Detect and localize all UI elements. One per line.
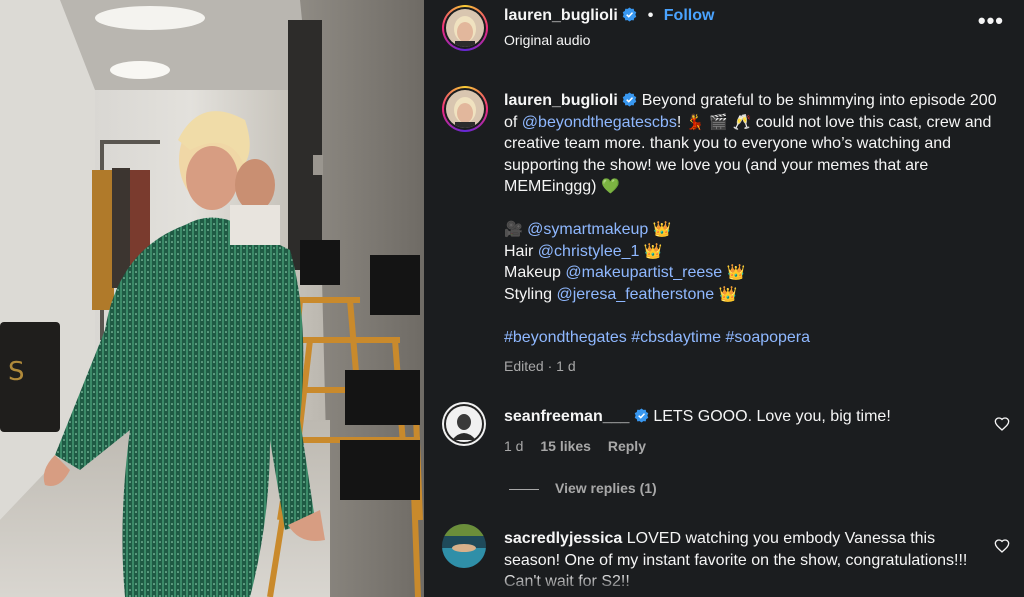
hashtag-cbsdaytime[interactable]: #cbsdaytime xyxy=(631,329,721,346)
crown-emoji: 👑 xyxy=(718,284,738,303)
header-separator: • xyxy=(647,7,654,24)
credit-hair-label: Hair xyxy=(504,242,534,260)
comment-time: 1 d xyxy=(504,438,524,454)
crown-emoji: 👑 xyxy=(643,241,663,260)
like-comment-heart-icon[interactable] xyxy=(994,416,1010,432)
comment-username[interactable]: seanfreeman___ xyxy=(504,408,629,425)
view-replies-label: View replies (1) xyxy=(555,480,657,496)
mention-beyondthegatescbs[interactable]: @beyondthegatescbs xyxy=(522,114,677,131)
comment-likes[interactable]: 15 likes xyxy=(540,438,591,454)
mention-symartmakeup[interactable]: @symartmakeup xyxy=(527,221,648,238)
video-player[interactable]: S xyxy=(0,0,424,597)
post-caption: lauren_buglioli Beyond grateful to be sh… xyxy=(504,90,1004,348)
hashtag-beyondthegates[interactable]: #beyondthegates xyxy=(504,329,627,346)
caption-avatar-image xyxy=(446,90,484,128)
edited-time: 1 d xyxy=(556,358,576,374)
mention-jeresa-featherstone[interactable]: @jeresa_featherstone xyxy=(556,286,714,303)
post-detail-panel: lauren_buglioli • Follow Original audio … xyxy=(424,0,1024,597)
comment-text: LETS GOOO. Love you, big time! xyxy=(653,408,891,425)
mention-christylee-1[interactable]: @christylee_1 xyxy=(538,243,640,260)
svg-text:S: S xyxy=(8,357,25,387)
credit-styling-label: Styling xyxy=(504,285,553,303)
comment-avatar-image xyxy=(442,402,486,446)
view-replies-button[interactable]: View replies (1) xyxy=(509,480,657,496)
caption-verified-icon xyxy=(623,92,637,107)
comment-avatar-image xyxy=(442,524,486,568)
author-username[interactable]: lauren_buglioli xyxy=(504,7,618,24)
edited-label: Edited xyxy=(504,358,544,374)
dancer-clapper-toast-emojis: 💃 🎬 🥂 xyxy=(685,112,752,131)
video-frame-image: S xyxy=(0,0,424,597)
green-heart-emoji: 💚 xyxy=(600,177,620,195)
crown-emoji: 👑 xyxy=(726,263,746,281)
caption-username[interactable]: lauren_buglioli xyxy=(504,92,618,109)
caption-text-2: ! xyxy=(676,113,682,131)
comment-avatar[interactable] xyxy=(442,402,486,446)
crown-emoji: 👑 xyxy=(652,220,672,238)
comment-body: seanfreeman___ LETS GOOO. Love you, big … xyxy=(504,406,984,428)
view-replies-divider xyxy=(509,488,539,490)
verified-badge-icon xyxy=(623,7,637,22)
edited-separator: · xyxy=(547,358,553,374)
original-audio-link[interactable]: Original audio xyxy=(504,32,590,48)
author-avatar-image xyxy=(446,9,484,47)
scroll-fade xyxy=(424,573,1024,597)
like-comment-heart-icon[interactable] xyxy=(994,538,1010,554)
credit-makeup-label: Makeup xyxy=(504,264,561,281)
reply-button[interactable]: Reply xyxy=(608,438,646,454)
caption-author-avatar[interactable] xyxy=(442,86,488,132)
author-avatar[interactable] xyxy=(442,5,488,51)
follow-button[interactable]: Follow xyxy=(664,7,715,24)
more-options-icon[interactable]: ••• xyxy=(978,8,1004,34)
comment-username[interactable]: sacredlyjessica xyxy=(504,530,622,547)
comment-avatar[interactable] xyxy=(442,524,486,568)
comment-meta: 1 d 15 likes Reply xyxy=(504,438,659,454)
edited-timestamp: Edited · 1 d xyxy=(504,358,576,374)
mention-makeupartist-reese[interactable]: @makeupartist_reese xyxy=(565,264,722,281)
camera-emoji: 🎥 xyxy=(504,220,523,238)
hashtag-soapopera[interactable]: #soapopera xyxy=(726,329,811,346)
comment-verified-icon xyxy=(634,408,649,423)
